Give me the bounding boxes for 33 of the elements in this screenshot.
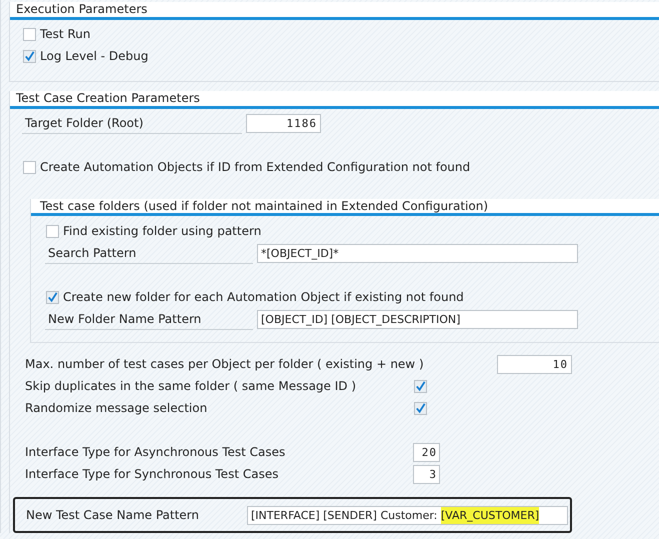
input-field[interactable]: *[OBJECT_ID]*	[257, 244, 578, 262]
checkbox-label: Skip duplicates in the same folder ( same Message ID )	[24, 379, 358, 393]
group-title: Execution Parameters	[10, 2, 659, 20]
field-label: New Test Case Name Pattern	[26, 508, 200, 522]
checkbox[interactable]	[23, 50, 36, 62]
field-label: Max. number of test cases per Object per folder ( existing + new )	[24, 357, 425, 371]
checkbox[interactable]	[414, 380, 427, 392]
field-label: Target Folder (Root)	[22, 112, 242, 134]
field-text: [INTERFACE] [SENDER] Customer:	[251, 508, 438, 522]
checkbox-label: Log Level - Debug	[40, 49, 148, 63]
checkbox[interactable]	[23, 160, 36, 174]
checkbox[interactable]	[46, 224, 59, 238]
checkbox-label: Find existing folder using pattern	[63, 224, 262, 238]
input-field[interactable]: [INTERFACE] [SENDER] Customer: [VAR_CUSTOMER]	[247, 506, 568, 524]
highlighted-text: [VAR_CUSTOMER]	[440, 506, 540, 524]
group-title: Test case folders (used if folder not maintained in Extended Configuration)	[31, 199, 659, 216]
checkbox-label: Create new folder for each Automation Object if existing not found	[63, 290, 464, 304]
input-field[interactable]: 10	[497, 354, 572, 374]
checkbox-label: Test Run	[40, 27, 90, 41]
checkbox[interactable]	[23, 28, 36, 40]
field-label: Interface Type for Asynchronous Test Cases	[24, 445, 286, 459]
field-label: New Folder Name Pattern	[45, 308, 253, 330]
field-label: Search Pattern	[45, 242, 253, 264]
input-field[interactable]: 1186	[246, 114, 321, 132]
checkbox-label: Create Automation Objects if ID from Extended Configuration not found	[40, 160, 470, 174]
field-label: Interface Type for Synchronous Test Cases	[24, 467, 280, 481]
input-field[interactable]: [OBJECT_ID] [OBJECT_DESCRIPTION]	[257, 310, 578, 328]
input-field[interactable]: 20	[413, 442, 440, 462]
group-title: Test Case Creation Parameters	[10, 91, 659, 109]
input-field[interactable]: 3	[413, 464, 440, 484]
checkbox[interactable]	[414, 402, 427, 414]
checkbox[interactable]	[46, 290, 59, 304]
checkbox-label: Randomize message selection	[24, 401, 208, 415]
